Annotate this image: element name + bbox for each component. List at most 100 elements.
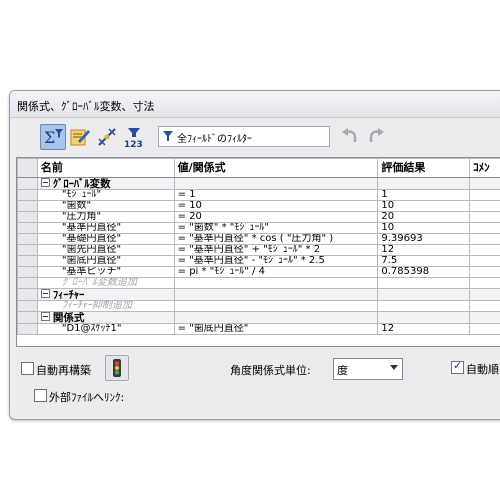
comment-cell[interactable] bbox=[469, 266, 500, 278]
equations-table: 名前 値/関係式 評価結果 ｺﾒﾝ ｸﾞﾛｰﾊﾞﾙ変数 "ﾓｼﾞｭｰﾙ" = 1… bbox=[16, 157, 500, 347]
svg-text:123: 123 bbox=[124, 140, 143, 149]
table-row[interactable]: "歯底円直径" = "基準円直径" - "ﾓｼﾞｭｰﾙ" * 2.5 7.5 bbox=[17, 255, 500, 267]
table-row[interactable]: "歯数" = 10 10 bbox=[17, 200, 500, 212]
filter-all-fields-input[interactable]: 全ﾌｨｰﾙﾄﾞのﾌｨﾙﾀｰ bbox=[158, 126, 330, 147]
value-cell[interactable]: = "歯数" * "ﾓｼﾞｭｰﾙ" bbox=[173, 222, 379, 234]
result-cell: 10 bbox=[377, 222, 471, 234]
row-selector[interactable] bbox=[17, 288, 38, 301]
ordered-view-button[interactable]: 123 bbox=[121, 124, 147, 150]
edit-equations-icon bbox=[70, 129, 90, 146]
row-selector[interactable] bbox=[17, 255, 38, 267]
table-row[interactable]: "基準円直径" = "歯数" * "ﾓｼﾞｭｰﾙ" 10 bbox=[17, 222, 500, 234]
comment-cell[interactable] bbox=[469, 277, 500, 289]
undo-button[interactable] bbox=[340, 127, 360, 145]
add-feature-suppression-row[interactable]: ﾌｨｰﾁｬｰ抑制追加 bbox=[17, 300, 500, 312]
auto-rebuild-checkbox[interactable] bbox=[21, 362, 34, 375]
column-header-value[interactable]: 値/関係式 bbox=[173, 158, 379, 178]
column-header-comment[interactable]: ｺﾒﾝ bbox=[469, 158, 500, 178]
comment-cell[interactable] bbox=[469, 323, 500, 335]
rebuild-button[interactable] bbox=[105, 355, 129, 381]
name-cell[interactable]: "ﾓｼﾞｭｰﾙ" bbox=[36, 189, 175, 201]
name-cell[interactable]: "歯底円直径" bbox=[36, 255, 175, 267]
dimension-view-button[interactable] bbox=[94, 124, 120, 150]
row-selector[interactable] bbox=[17, 177, 38, 190]
result-cell: 9.39693 bbox=[377, 233, 471, 245]
name-cell[interactable]: "D1@ｽｹｯﾁ1" bbox=[36, 323, 175, 335]
name-cell[interactable]: "歯数" bbox=[36, 200, 175, 212]
add-feature-suppression-placeholder[interactable]: ﾌｨｰﾁｬｰ抑制追加 bbox=[36, 300, 175, 312]
table-row[interactable]: "ﾓｼﾞｭｰﾙ" = 1 1 bbox=[17, 189, 500, 201]
group-row-equations[interactable]: 関係式 bbox=[17, 311, 500, 324]
row-selector[interactable] bbox=[17, 200, 38, 212]
value-cell[interactable] bbox=[173, 277, 379, 289]
comment-cell[interactable] bbox=[469, 189, 500, 201]
table-row[interactable]: "圧力角" = 20 20 bbox=[17, 211, 500, 223]
group-label[interactable]: 関係式 bbox=[36, 311, 175, 324]
redo-button[interactable] bbox=[366, 127, 386, 145]
angle-unit-select[interactable]: 度 bbox=[333, 358, 403, 380]
ordered-view-icon: 123 bbox=[124, 128, 143, 150]
link-external-file-checkbox[interactable] bbox=[34, 389, 47, 402]
value-cell[interactable]: = "基準円直径" - "ﾓｼﾞｭｰﾙ" * 2.5 bbox=[173, 255, 379, 267]
row-selector[interactable] bbox=[17, 266, 38, 278]
auto-sort-checkbox[interactable] bbox=[451, 359, 464, 374]
value-cell[interactable]: = pi * "ﾓｼﾞｭｰﾙ" / 4 bbox=[173, 266, 379, 278]
value-cell[interactable]: = "基準円直径" + "ﾓｼﾞｭｰﾙ" * 2 bbox=[173, 244, 379, 256]
comment-cell[interactable] bbox=[469, 200, 500, 212]
group-row-global-variables[interactable]: ｸﾞﾛｰﾊﾞﾙ変数 bbox=[17, 177, 500, 190]
table-row[interactable]: "基準ピッチ" = pi * "ﾓｼﾞｭｰﾙ" / 4 0.785398 bbox=[17, 266, 500, 278]
add-global-variable-placeholder[interactable]: ｸﾞﾛｰﾊﾞﾙ変数追加 bbox=[36, 277, 175, 289]
add-global-variable-row[interactable]: ｸﾞﾛｰﾊﾞﾙ変数追加 bbox=[17, 277, 500, 289]
group-empty-cell bbox=[377, 177, 471, 190]
name-cell[interactable]: "基準円直径" bbox=[36, 222, 175, 234]
table-row[interactable]: "基礎円直径" = "基準円直径" * cos ( "圧力角" ) 9.3969… bbox=[17, 233, 500, 245]
row-selector[interactable] bbox=[17, 222, 38, 234]
collapse-icon[interactable] bbox=[40, 289, 50, 298]
row-selector[interactable] bbox=[17, 211, 38, 223]
value-cell[interactable] bbox=[173, 300, 379, 312]
comment-cell[interactable] bbox=[469, 244, 500, 256]
group-empty-cell bbox=[173, 288, 379, 301]
row-selector[interactable] bbox=[17, 311, 38, 324]
comment-cell[interactable] bbox=[469, 255, 500, 267]
value-cell[interactable]: = "歯底円直径" bbox=[173, 323, 379, 335]
collapse-icon[interactable] bbox=[40, 178, 50, 187]
column-header-result[interactable]: 評価結果 bbox=[377, 158, 471, 178]
comment-cell[interactable] bbox=[469, 300, 500, 312]
result-cell: 10 bbox=[377, 200, 471, 212]
name-cell[interactable]: "基準ピッチ" bbox=[36, 266, 175, 278]
row-selector-header[interactable] bbox=[17, 158, 38, 178]
value-cell[interactable]: = 1 bbox=[173, 189, 379, 201]
sigma-filter-button[interactable]: Σ bbox=[40, 124, 66, 150]
value-cell[interactable]: = 20 bbox=[173, 211, 379, 223]
undo-icon bbox=[342, 128, 357, 142]
group-empty-cell bbox=[377, 288, 471, 301]
row-selector[interactable] bbox=[17, 244, 38, 256]
group-row-features[interactable]: ﾌｨｰﾁｬｰ bbox=[17, 288, 500, 301]
edit-equations-button[interactable] bbox=[67, 124, 93, 150]
column-header-name[interactable]: 名前 bbox=[36, 158, 175, 178]
result-cell bbox=[377, 300, 471, 312]
value-cell[interactable]: = "基準円直径" * cos ( "圧力角" ) bbox=[173, 233, 379, 245]
row-selector[interactable] bbox=[17, 300, 38, 312]
redo-icon bbox=[369, 128, 384, 142]
name-cell[interactable]: "圧力角" bbox=[36, 211, 175, 223]
collapse-icon[interactable] bbox=[40, 312, 50, 321]
value-cell[interactable]: = 10 bbox=[173, 200, 379, 212]
comment-cell[interactable] bbox=[469, 211, 500, 223]
group-label[interactable]: ﾌｨｰﾁｬｰ bbox=[36, 288, 175, 301]
comment-cell[interactable] bbox=[469, 222, 500, 234]
auto-rebuild-label: 自動再構築 bbox=[36, 364, 91, 377]
row-selector[interactable] bbox=[17, 189, 38, 201]
row-selector[interactable] bbox=[17, 323, 38, 335]
table-row[interactable]: "歯先円直径" = "基準円直径" + "ﾓｼﾞｭｰﾙ" * 2 12 bbox=[17, 244, 500, 256]
row-selector[interactable] bbox=[17, 233, 38, 245]
row-selector[interactable] bbox=[17, 277, 38, 289]
group-label[interactable]: ｸﾞﾛｰﾊﾞﾙ変数 bbox=[36, 177, 175, 190]
group-empty-cell bbox=[469, 288, 500, 301]
name-cell[interactable]: "歯先円直径" bbox=[36, 244, 175, 256]
name-cell[interactable]: "基礎円直径" bbox=[36, 233, 175, 245]
comment-cell[interactable] bbox=[469, 233, 500, 245]
result-cell: 1 bbox=[377, 189, 471, 201]
table-row[interactable]: "D1@ｽｹｯﾁ1" = "歯底円直径" 12 bbox=[17, 323, 500, 335]
